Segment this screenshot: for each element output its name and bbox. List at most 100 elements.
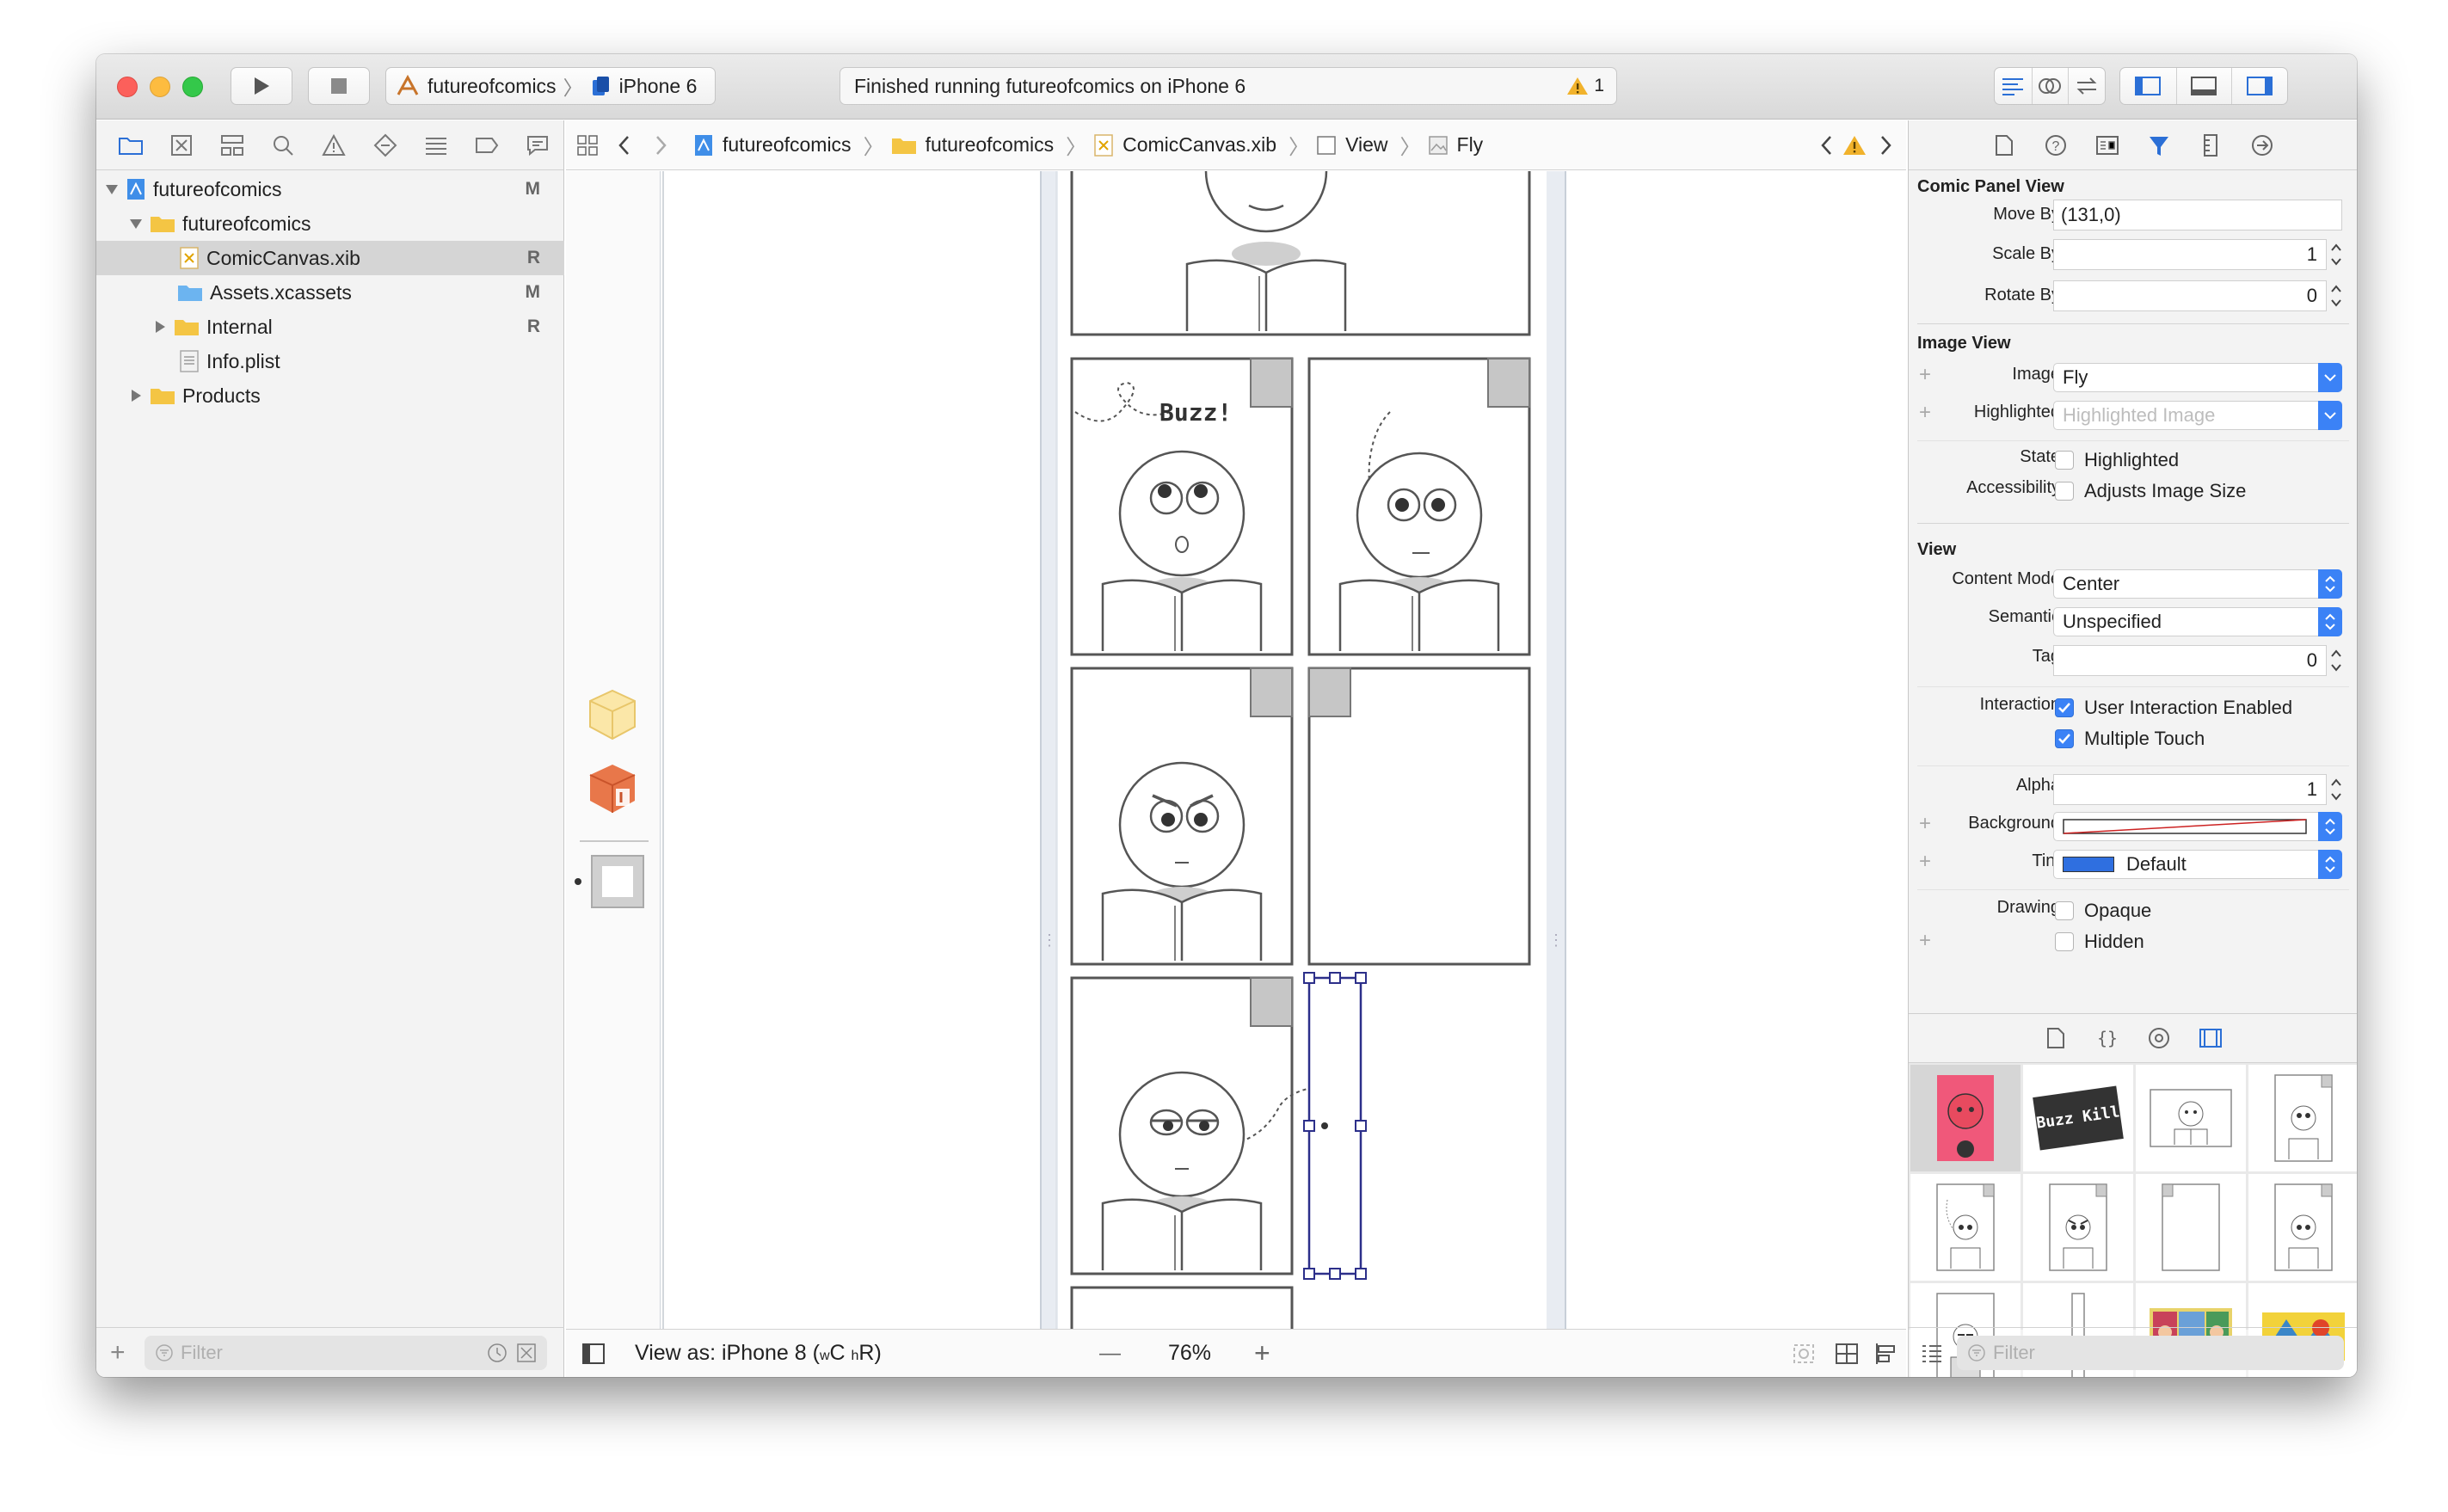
previous-issue-icon[interactable]: [1818, 134, 1836, 157]
tag-stepper-icon[interactable]: [2328, 645, 2344, 676]
media-item-panel-angry[interactable]: [2023, 1174, 2133, 1281]
assistant-editor-button[interactable]: [2031, 68, 2069, 104]
code-snippet-library-tab[interactable]: {}: [2082, 1021, 2133, 1055]
tree-item-products[interactable]: Products: [96, 378, 564, 413]
content-mode-popup[interactable]: Center: [2053, 569, 2342, 599]
scheme-selector[interactable]: futureofcomics 〉 iPhone 6: [385, 67, 716, 105]
toggle-debug-area-button[interactable]: [2175, 68, 2232, 104]
breadcrumb-project[interactable]: futureofcomics: [693, 133, 852, 157]
highlighted-image-combo-box[interactable]: Highlighted Image: [2053, 401, 2342, 430]
highlighted-checkbox[interactable]: Highlighted: [2055, 449, 2179, 471]
next-issue-icon[interactable]: [1877, 134, 1894, 157]
tree-item-selected-xib[interactable]: ComicCanvas.xib R: [96, 241, 564, 275]
user-interaction-checkbox[interactable]: User Interaction Enabled: [2055, 697, 2292, 719]
alpha-stepper-icon[interactable]: [2328, 774, 2344, 805]
close-window-button[interactable]: [117, 77, 138, 97]
quick-help-tab[interactable]: ?: [2030, 128, 2082, 163]
toggle-utilities-button[interactable]: [2231, 68, 2287, 104]
tree-item-group[interactable]: futureofcomics: [96, 206, 564, 241]
media-item-buzz-panel[interactable]: [2248, 1065, 2357, 1171]
tag-field[interactable]: 0: [2053, 645, 2327, 676]
related-items-icon[interactable]: [576, 134, 599, 157]
source-control-tab[interactable]: [156, 128, 206, 163]
opaque-checkbox[interactable]: Opaque: [2055, 900, 2151, 922]
issue-navigator-tab[interactable]: [309, 128, 360, 163]
add-variation-button[interactable]: +: [1919, 929, 1931, 953]
version-editor-button[interactable]: [2068, 68, 2105, 104]
debug-navigator-tab[interactable]: [410, 128, 461, 163]
media-item-panel-look[interactable]: [2248, 1174, 2357, 1281]
forward-arrow-icon[interactable]: [652, 134, 669, 157]
tree-item-internal[interactable]: Internal R: [96, 310, 564, 344]
update-frames-icon[interactable]: [1791, 1342, 1817, 1366]
find-navigator-tab[interactable]: [258, 128, 309, 163]
attributes-inspector-tab[interactable]: [2133, 128, 2185, 163]
issue-warning-icon[interactable]: [1842, 134, 1867, 157]
breadcrumb-view[interactable]: View: [1316, 133, 1388, 157]
report-navigator-tab[interactable]: [513, 128, 563, 163]
tree-item-assets[interactable]: Assets.xcassets M: [96, 275, 564, 310]
add-file-icon[interactable]: +: [110, 1338, 126, 1368]
warning-indicator[interactable]: 1: [1566, 76, 1604, 96]
standard-editor-button[interactable]: [1995, 68, 2032, 104]
add-variation-button[interactable]: +: [1919, 812, 1931, 836]
add-variation-button[interactable]: +: [1919, 363, 1931, 387]
files-owner-icon[interactable]: [587, 687, 638, 742]
breakpoint-navigator-tab[interactable]: [462, 128, 513, 163]
stop-button[interactable]: [308, 67, 370, 105]
zoom-out-button[interactable]: —: [1099, 1341, 1121, 1366]
navigator-filter-field[interactable]: Filter: [145, 1336, 547, 1370]
file-inspector-tab[interactable]: [1978, 128, 2030, 163]
recent-files-icon[interactable]: [487, 1343, 509, 1363]
zoom-in-button[interactable]: +: [1254, 1337, 1270, 1369]
tint-color-popup[interactable]: Default: [2053, 850, 2342, 879]
media-item-panel-fly[interactable]: [1910, 1174, 2021, 1281]
add-variation-button[interactable]: +: [1919, 850, 1931, 874]
zoom-window-button[interactable]: [182, 77, 203, 97]
align-icon[interactable]: [1873, 1342, 1899, 1366]
rotate-by-stepper-icon[interactable]: [2328, 280, 2344, 311]
add-variation-button[interactable]: +: [1919, 401, 1931, 425]
library-filter-field[interactable]: Filter: [1957, 1336, 2344, 1370]
object-library-tab[interactable]: [2133, 1021, 2185, 1055]
source-control-filter-icon[interactable]: [516, 1343, 537, 1363]
view-object-icon[interactable]: [590, 854, 645, 909]
first-responder-icon[interactable]: [587, 761, 638, 816]
symbol-navigator-tab[interactable]: [206, 128, 257, 163]
alpha-field[interactable]: 1: [2053, 774, 2327, 805]
grid-list-toggle-icon[interactable]: [1921, 1343, 1943, 1363]
test-navigator-tab[interactable]: [360, 128, 410, 163]
media-item-angry-red[interactable]: [1910, 1065, 2021, 1171]
embed-stack-icon[interactable]: [1834, 1342, 1860, 1366]
multiple-touch-checkbox[interactable]: Multiple Touch: [2055, 728, 2205, 750]
minimize-window-button[interactable]: [150, 77, 170, 97]
toggle-navigator-button[interactable]: [2120, 68, 2176, 104]
back-arrow-icon[interactable]: [616, 134, 633, 157]
breadcrumb-group[interactable]: futureofcomics: [891, 133, 1054, 157]
run-button[interactable]: [231, 67, 292, 105]
rotate-by-field[interactable]: 0: [2053, 280, 2327, 311]
size-inspector-tab[interactable]: [2185, 128, 2236, 163]
media-library-tab[interactable]: [2185, 1021, 2236, 1055]
move-by-field[interactable]: (131,0): [2053, 200, 2342, 230]
hidden-checkbox[interactable]: Hidden: [2055, 931, 2144, 953]
semantic-popup[interactable]: Unspecified: [2053, 607, 2342, 636]
tree-item-project[interactable]: futureofcomics M: [96, 172, 564, 206]
identity-inspector-tab[interactable]: [2082, 128, 2133, 163]
file-template-library-tab[interactable]: [2030, 1021, 2082, 1055]
interface-builder-canvas[interactable]: ⋮ ⋮ Buzz!: [662, 171, 1906, 1329]
media-item-reader[interactable]: [2136, 1065, 2246, 1171]
scale-by-stepper-icon[interactable]: [2328, 239, 2344, 270]
media-item-empty-panel[interactable]: [2136, 1174, 2246, 1281]
scale-by-field[interactable]: 1: [2053, 239, 2327, 270]
breadcrumb-file[interactable]: ComicCanvas.xib: [1093, 133, 1276, 157]
media-item-buzz-kill[interactable]: Buzz Kill: [2023, 1065, 2133, 1171]
adjusts-image-size-checkbox[interactable]: Adjusts Image Size: [2055, 480, 2246, 502]
tree-item-plist[interactable]: Info.plist: [96, 344, 564, 378]
outline-toggle-icon[interactable]: [581, 1343, 606, 1365]
connections-inspector-tab[interactable]: [2236, 128, 2288, 163]
background-color-popup[interactable]: [2053, 812, 2342, 841]
image-combo-box[interactable]: Fly: [2053, 363, 2342, 392]
breadcrumb-image-view[interactable]: Fly: [1428, 133, 1483, 157]
project-navigator-tab[interactable]: [105, 128, 156, 163]
